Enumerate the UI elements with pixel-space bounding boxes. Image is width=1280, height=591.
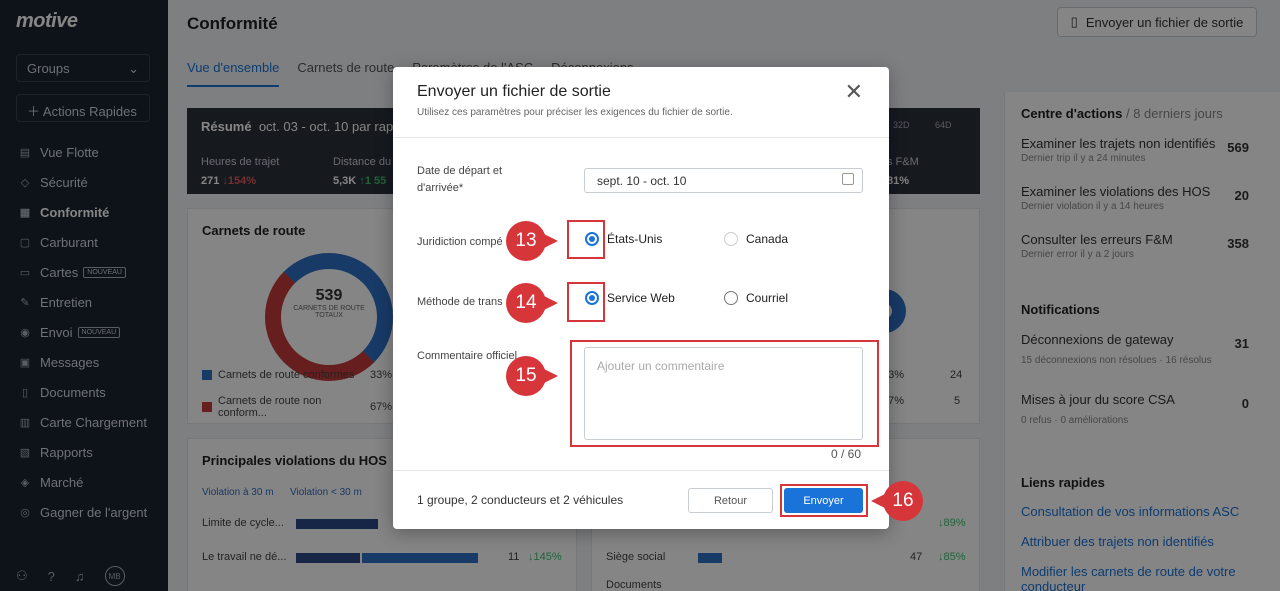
comment-label: Commentaire officiel	[417, 350, 518, 362]
date-label: Date de départ et d'arrivée*	[417, 165, 503, 194]
dialog-title: Envoyer un fichier de sortie	[417, 83, 611, 100]
callout-15: 15	[506, 356, 558, 396]
highlight-box	[570, 340, 879, 447]
radio-label: Service Web	[607, 291, 675, 305]
jurisdiction-label: Juridiction compé	[417, 236, 503, 248]
date-range-value: sept. 10 - oct. 10	[597, 174, 687, 188]
dialog-subtitle: Utilisez ces paramètres pour préciser le…	[417, 107, 733, 118]
callout-14: 14	[506, 283, 558, 323]
char-counter: 0 / 60	[831, 447, 862, 461]
radio-unselected-icon	[724, 291, 738, 305]
highlight-box	[567, 282, 605, 322]
divider	[393, 137, 889, 138]
radio-label: États-Unis	[607, 232, 663, 246]
back-button[interactable]: Retour	[688, 488, 773, 513]
callout-13: 13	[506, 221, 558, 261]
radio-email[interactable]: Courriel	[724, 291, 788, 305]
highlight-box	[780, 484, 868, 517]
export-file-dialog: Envoyer un fichier de sortie Utilisez ce…	[393, 67, 889, 529]
radio-canada[interactable]: Canada	[724, 232, 788, 246]
radio-label: Courriel	[746, 291, 789, 305]
method-label: Méthode de trans	[417, 296, 503, 308]
close-icon[interactable]: ✕	[845, 81, 863, 103]
radio-label: Canada	[746, 232, 789, 246]
callout-16: 16	[871, 481, 923, 521]
highlight-box	[567, 220, 605, 259]
selection-summary: 1 groupe, 2 conducteurs et 2 véhicules	[417, 493, 624, 507]
divider	[393, 470, 889, 471]
date-range-input[interactable]: sept. 10 - oct. 10	[584, 168, 863, 193]
radio-unselected-icon	[724, 232, 738, 246]
calendar-icon[interactable]	[842, 173, 854, 185]
